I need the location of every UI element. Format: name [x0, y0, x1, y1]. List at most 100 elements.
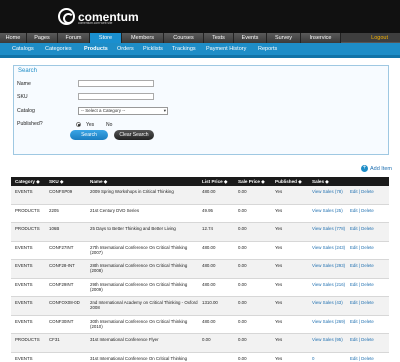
header-name[interactable]: Name ◆: [90, 177, 198, 186]
row-list-price: 49.95: [202, 207, 213, 213]
table-body: EVENTS CONFSP09 2009 Spring Workshops in C…: [11, 186, 389, 362]
table-row: EVENTS CONF29INT 29th International Confer…: [11, 279, 389, 297]
subnav-orders[interactable]: Orders: [117, 43, 134, 55]
header-category[interactable]: Category ◆: [15, 177, 40, 186]
add-item-label: Add Item: [369, 165, 392, 172]
table-row: PRODUCTS CF31 31st International Conferenc…: [11, 334, 389, 353]
logo-mark-icon: [58, 8, 75, 25]
tab-members[interactable]: Members: [122, 33, 164, 43]
row-published: Yes: [275, 355, 283, 361]
tab-courses[interactable]: Courses: [164, 33, 204, 43]
catalog-select-value: -- Select a Category --: [81, 108, 126, 113]
row-published: Yes: [275, 281, 283, 287]
tab-events[interactable]: Events: [234, 33, 267, 43]
search-title: Search: [18, 68, 38, 74]
header-sales[interactable]: Sales ◆: [312, 177, 329, 186]
catalog-label: Catalog: [17, 108, 35, 114]
published-yes-label: Yes: [86, 122, 95, 128]
subnav-reports[interactable]: Reports: [258, 43, 277, 55]
main-nav: Home Pages Forum Store Members Courses T…: [0, 33, 400, 43]
tab-tests[interactable]: Tests: [204, 33, 234, 43]
header-sale-price[interactable]: Sale Price ◆: [238, 177, 265, 186]
row-name: 25 Days to Better Thinking and Better Li…: [90, 226, 176, 231]
row-edit-delete-links[interactable]: Edit | Delete: [350, 189, 374, 194]
tab-home[interactable]: Home: [0, 33, 27, 43]
app-header: comentum comentum.com web site: [0, 0, 400, 33]
row-edit-delete-links[interactable]: Edit | Delete: [350, 263, 374, 268]
row-published: Yes: [275, 226, 283, 231]
row-view-sales-link[interactable]: View Sales (778): [312, 226, 345, 231]
table-row: EVENTS 31st International Conference On C…: [11, 353, 389, 362]
tab-inservice[interactable]: Inservice: [301, 33, 341, 43]
catalog-select[interactable]: -- Select a Category -- ▾: [78, 107, 168, 115]
row-edit-delete-links[interactable]: Edit | Delete: [350, 245, 374, 250]
row-edit-delete-links[interactable]: Edit | Delete: [350, 226, 374, 231]
row-view-sales-link[interactable]: View Sales (243): [312, 245, 345, 250]
header-list-price[interactable]: List Price ◆: [202, 177, 228, 186]
table-row: EVENTS CONF27INT 27th International Confer…: [11, 242, 389, 260]
row-name: 31st International Conference On Critica…: [90, 355, 188, 361]
table-row: EVENTS CONF28-INT 28th International Confe…: [11, 260, 389, 279]
subnav-categories[interactable]: Categories: [45, 43, 72, 55]
row-sale-price: 0.00: [238, 300, 247, 305]
subnav-catalogs[interactable]: Catalogs: [12, 43, 34, 55]
row-published: Yes: [275, 207, 283, 213]
table-row: EVENTS CONFOX08-0D 2nd International Acade…: [11, 297, 389, 316]
search-button[interactable]: Search: [70, 130, 108, 140]
row-category: PRODUCTS: [15, 226, 40, 231]
search-panel: Search Name SKU Catalog -- Select a Cate…: [13, 65, 389, 155]
subnav-trackings[interactable]: Trackings: [172, 43, 196, 55]
subnav-picklists[interactable]: Picklists: [143, 43, 163, 55]
row-name: 27th International Conference On Critica…: [90, 244, 188, 255]
add-item-button[interactable]: + Add Item: [360, 165, 392, 172]
row-name: 21st Century DVD Series: [90, 207, 140, 213]
clear-search-button[interactable]: Clear Search: [114, 130, 154, 140]
logout-link[interactable]: Logout: [371, 33, 388, 43]
row-sale-price: 0.00: [238, 226, 247, 231]
row-sale-price: 0.00: [238, 337, 247, 342]
sku-label: SKU: [17, 94, 28, 100]
row-category: EVENTS: [15, 318, 33, 324]
row-view-sales-link[interactable]: View Sales (293): [312, 263, 345, 268]
row-edit-delete-links[interactable]: Edit | Delete: [350, 300, 374, 305]
row-view-sales-link[interactable]: View Sales (43): [312, 300, 343, 305]
row-name: 31st International Conference Flyer: [90, 337, 159, 342]
row-sale-price: 0.00: [238, 189, 247, 194]
published-yes-radio[interactable]: [76, 122, 81, 127]
products-table: Category ◆ SKU ◆ Name ◆ List Price ◆ Sal…: [11, 177, 389, 362]
table-row: EVENTS CONF30INT 30th International Confer…: [11, 316, 389, 334]
published-label: Published?: [17, 121, 43, 127]
tab-forum[interactable]: Forum: [58, 33, 90, 43]
table-row: PRODUCTS 2205 21st Century DVD Series 49.95…: [11, 205, 389, 223]
logo[interactable]: comentum comentum.com web site: [58, 8, 139, 25]
name-input[interactable]: [78, 80, 154, 87]
row-edit-delete-links[interactable]: Edit | Delete: [350, 319, 374, 324]
table-row: PRODUCTS 106B 25 Days to Better Thinking a…: [11, 223, 389, 242]
tab-store[interactable]: Store: [90, 33, 122, 43]
row-sale-price: 0.00: [238, 244, 247, 250]
sku-input[interactable]: [78, 93, 154, 100]
row-published: Yes: [275, 189, 283, 194]
row-published: Yes: [275, 318, 283, 324]
table-header: Category ◆ SKU ◆ Name ◆ List Price ◆ Sal…: [11, 177, 389, 186]
row-name: 29th International Conference On Critica…: [90, 281, 188, 292]
row-category: EVENTS: [15, 189, 33, 194]
row-view-sales-link[interactable]: View Sales (216): [312, 282, 345, 287]
row-edit-delete-links[interactable]: Edit | Delete: [350, 282, 374, 287]
tab-pages[interactable]: Pages: [27, 33, 58, 43]
header-published[interactable]: Published ◆: [275, 177, 302, 186]
row-edit-delete-links[interactable]: Edit | Delete: [350, 356, 374, 361]
row-view-sales-link[interactable]: View Sales (78): [312, 189, 343, 194]
row-view-sales-link[interactable]: View Sales (95): [312, 337, 343, 342]
row-view-sales-link[interactable]: View Sales (269): [312, 319, 345, 324]
row-view-sales-link[interactable]: 0: [312, 356, 314, 361]
row-list-price: 480.00: [202, 263, 216, 268]
subnav-payment-history[interactable]: Payment History: [206, 43, 246, 55]
row-edit-delete-links[interactable]: Edit | Delete: [350, 337, 374, 342]
row-sale-price: 0.00: [238, 355, 247, 361]
subnav-products[interactable]: Products: [84, 43, 108, 55]
tab-survey[interactable]: Survey: [267, 33, 301, 43]
row-edit-delete-links[interactable]: Edit | Delete: [350, 208, 374, 213]
name-label: Name: [17, 81, 31, 87]
row-view-sales-link[interactable]: View Sales (25): [312, 208, 343, 213]
